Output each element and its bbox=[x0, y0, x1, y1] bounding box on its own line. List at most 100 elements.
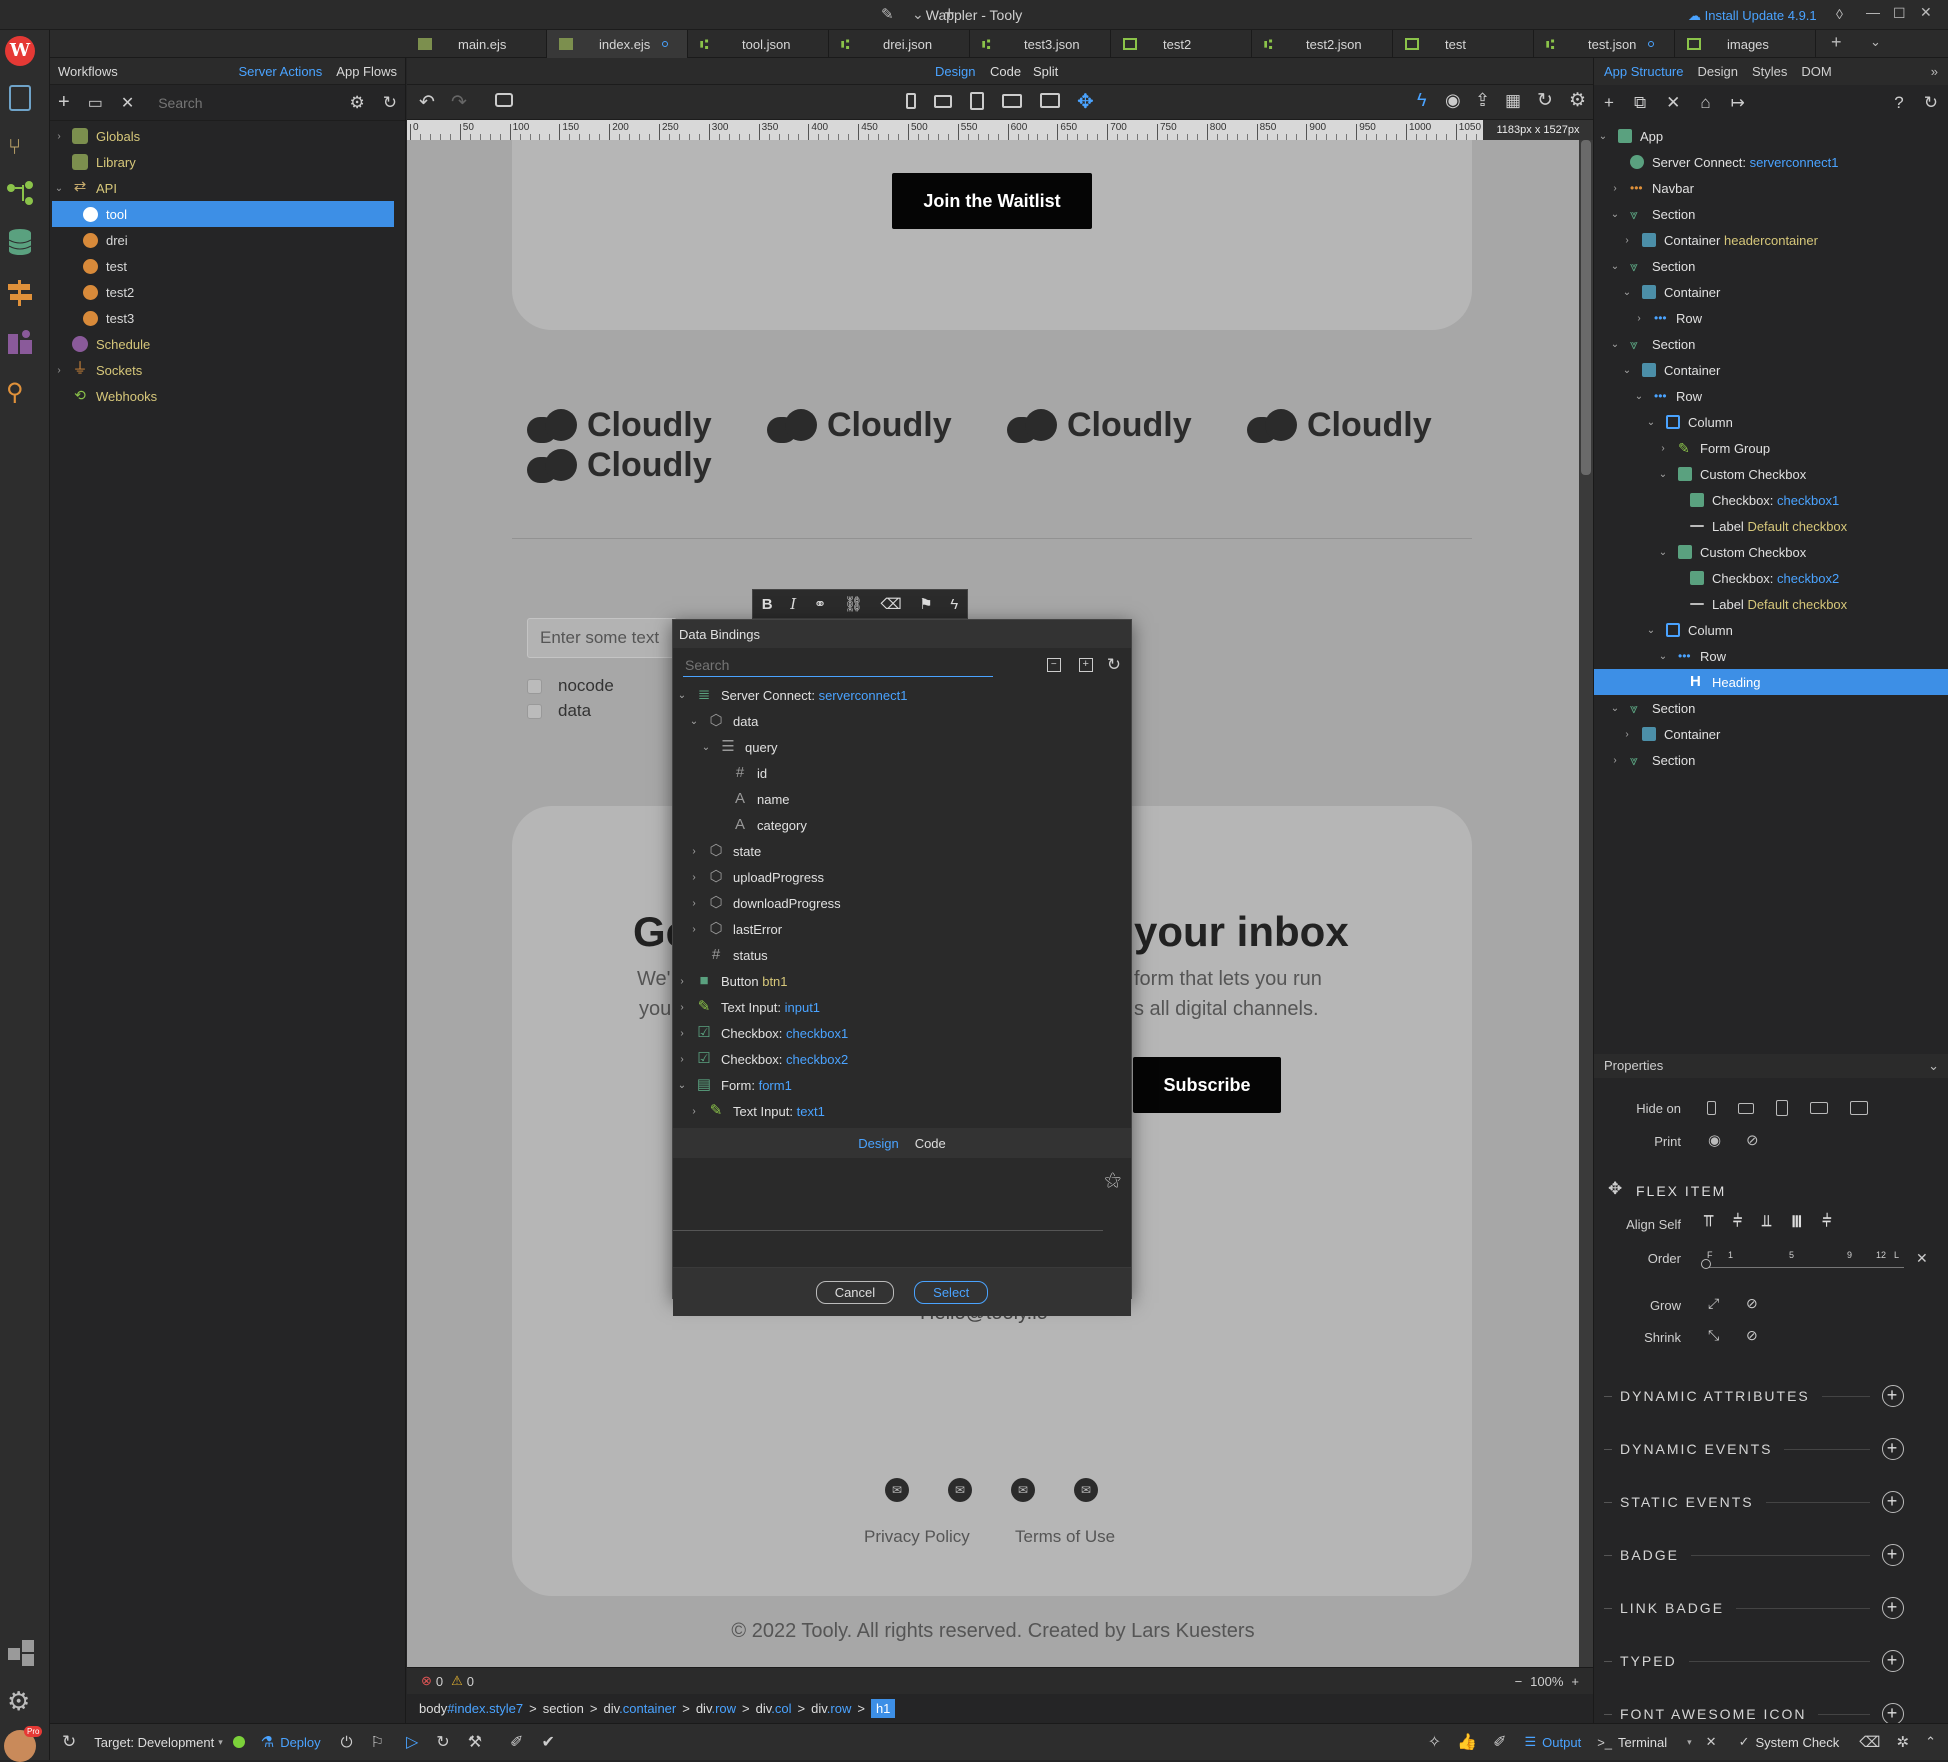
binding-item[interactable]: ⌄ ⬡ data bbox=[675, 708, 1131, 734]
desktop-icon[interactable] bbox=[1850, 1101, 1868, 1115]
tablet-view-icon[interactable] bbox=[970, 92, 984, 110]
structure-item[interactable]: Checkbox: checkbox1 bbox=[1594, 487, 1948, 513]
structure-item[interactable]: Checkbox: checkbox2 bbox=[1594, 565, 1948, 591]
properties-header[interactable]: Properties ⌄ bbox=[1594, 1054, 1948, 1078]
subscribe-button[interactable]: Subscribe bbox=[1133, 1057, 1281, 1113]
assets-icon[interactable] bbox=[6, 328, 34, 356]
binding-item[interactable]: › ⬡ uploadProgress bbox=[675, 864, 1131, 890]
new-tab-icon[interactable]: + bbox=[1831, 32, 1842, 53]
settings-gear-icon[interactable]: ⚙ bbox=[350, 93, 365, 113]
edit-icon[interactable]: ✎ bbox=[881, 5, 894, 23]
desktop-view-icon[interactable] bbox=[1040, 93, 1060, 108]
binding-item[interactable]: ⌄ ▤ Form: form1 bbox=[675, 1072, 1131, 1098]
tab-test2[interactable]: test2 bbox=[1111, 30, 1252, 58]
folder-icon[interactable]: ▭ bbox=[88, 93, 103, 113]
unlink-icon[interactable]: ⛓ bbox=[844, 595, 863, 613]
close-icon[interactable]: ✕ bbox=[1920, 4, 1932, 21]
link-icon[interactable]: ⚭ bbox=[814, 595, 827, 613]
flag-icon[interactable]: ⚑ bbox=[919, 595, 932, 613]
warning-icon[interactable]: ⚠ bbox=[451, 1673, 463, 1689]
tab-split[interactable]: Split bbox=[1033, 64, 1058, 79]
section-static-events[interactable]: STATIC EVENTS + bbox=[1604, 1491, 1904, 1513]
text-input[interactable]: Enter some text bbox=[527, 618, 677, 658]
checkbox-data[interactable]: data bbox=[527, 701, 591, 721]
section-font-awesome-icon[interactable]: FONT AWESOME ICON + bbox=[1604, 1703, 1904, 1725]
structure-item[interactable]: › ⩔ Section bbox=[1594, 747, 1948, 773]
undo-icon[interactable]: ↶ bbox=[419, 91, 435, 114]
section-link-badge[interactable]: LINK BADGE + bbox=[1604, 1597, 1904, 1619]
align-end-icon[interactable]: ⫫ bbox=[1762, 1213, 1771, 1231]
editor-tab-code[interactable]: Code bbox=[915, 1136, 946, 1151]
tab-test2-json[interactable]: ⑆ test2.json bbox=[1252, 30, 1393, 58]
binding-item[interactable]: › ⬡ lastError bbox=[675, 916, 1131, 942]
terminal-tab[interactable]: Terminal bbox=[1618, 1735, 1667, 1750]
close-icon[interactable]: ✕ bbox=[1706, 1734, 1717, 1750]
server-actions-link[interactable]: Server Actions bbox=[238, 64, 322, 79]
structure-item[interactable]: ⌄ ⩔ Section bbox=[1594, 695, 1948, 721]
align-stretch-icon[interactable]: Ⅲ bbox=[1791, 1212, 1802, 1232]
italic-icon[interactable]: I bbox=[790, 595, 796, 613]
refresh-icon[interactable]: ↻ bbox=[383, 93, 397, 113]
error-icon[interactable]: ⊗ bbox=[421, 1673, 432, 1689]
eye-icon[interactable]: ◉ bbox=[1708, 1131, 1721, 1149]
thumbs-up-icon[interactable]: 👍 bbox=[1457, 1732, 1477, 1752]
debug-bug-icon[interactable]: ✲ bbox=[1897, 1733, 1910, 1751]
canvas-scrollbar[interactable] bbox=[1579, 140, 1593, 1667]
tree-item-api[interactable]: ⌄ ⇄ API bbox=[50, 175, 405, 201]
structure-item[interactable]: ⌄ Column bbox=[1594, 617, 1948, 643]
power-icon[interactable]: ⏻ bbox=[341, 1734, 353, 1751]
structure-item[interactable]: ⌄ Container bbox=[1594, 357, 1948, 383]
social-mail-icon[interactable]: ✉ bbox=[1011, 1478, 1035, 1502]
add-circle-icon[interactable]: + bbox=[1882, 1544, 1904, 1566]
lightning-icon[interactable]: ϟ bbox=[1417, 90, 1427, 111]
clear-order-icon[interactable]: ✕ bbox=[1916, 1250, 1928, 1267]
laptop-icon[interactable] bbox=[1810, 1102, 1828, 1114]
structure-item[interactable]: › ✎ Form Group bbox=[1594, 435, 1948, 461]
scrollbar-thumb[interactable] bbox=[1581, 140, 1591, 475]
social-mail-icon[interactable]: ✉ bbox=[948, 1478, 972, 1502]
add-circle-icon[interactable]: + bbox=[1882, 1491, 1904, 1513]
system-check-tab[interactable]: System Check bbox=[1755, 1735, 1839, 1750]
checkbox-nocode[interactable]: nocode bbox=[527, 676, 614, 696]
tree-item-globals[interactable]: › Globals bbox=[50, 123, 405, 149]
tab-design[interactable]: Design bbox=[935, 64, 975, 79]
tab-design[interactable]: Design bbox=[1698, 64, 1738, 79]
settings-gear-icon[interactable]: ⚙ bbox=[7, 1686, 30, 1717]
align-baseline-icon[interactable]: ⫩ bbox=[1822, 1213, 1831, 1231]
zoom-in-icon[interactable]: + bbox=[1571, 1674, 1579, 1689]
deploy-button[interactable]: Deploy bbox=[280, 1735, 320, 1750]
tree-item-schedule[interactable]: Schedule bbox=[50, 331, 405, 357]
search-icon[interactable]: ⚲ bbox=[6, 378, 24, 407]
structure-item[interactable]: ⌄ ⩔ Section bbox=[1594, 331, 1948, 357]
workflows-icon[interactable] bbox=[5, 180, 35, 206]
binding-item[interactable]: › ✎ Text Input: text1 bbox=[675, 1098, 1131, 1124]
align-center-icon[interactable]: ⫩ bbox=[1733, 1213, 1742, 1231]
delete-icon[interactable]: ✕ bbox=[121, 93, 134, 113]
tab-styles[interactable]: Styles bbox=[1752, 64, 1787, 79]
checkbox-box[interactable] bbox=[527, 703, 542, 719]
routing-icon[interactable] bbox=[6, 280, 34, 306]
tree-item-library[interactable]: Library bbox=[50, 149, 405, 175]
settings-gear-icon[interactable]: ⚙ bbox=[1569, 89, 1586, 112]
mobile-icon[interactable] bbox=[1707, 1101, 1716, 1115]
binding-item[interactable]: ⌄ ≣ Server Connect: serverconnect1 bbox=[675, 682, 1131, 708]
breadcrumb-item[interactable]: div.container bbox=[603, 1701, 676, 1716]
eraser-icon[interactable]: ⌫ bbox=[1859, 1733, 1880, 1751]
social-mail-icon[interactable]: ✉ bbox=[1074, 1478, 1098, 1502]
laptop-view-icon[interactable] bbox=[1002, 94, 1022, 108]
target-dropdown-icon[interactable]: ▾ bbox=[218, 1737, 223, 1748]
add-circle-icon[interactable]: + bbox=[1882, 1650, 1904, 1672]
grow-icon[interactable]: ⤢ bbox=[1708, 1295, 1719, 1312]
terminal-dropdown-icon[interactable]: ▾ bbox=[1687, 1737, 1692, 1748]
structure-item[interactable]: Label Default checkbox bbox=[1594, 591, 1948, 617]
magic-wand-icon[interactable]: ⚝ bbox=[1104, 1170, 1121, 1190]
bookmark-icon[interactable]: ⚐ bbox=[371, 1733, 384, 1751]
join-waitlist-button[interactable]: Join the Waitlist bbox=[892, 173, 1092, 229]
breadcrumb-item[interactable]: div.row bbox=[811, 1701, 851, 1716]
add-icon[interactable]: + bbox=[1604, 93, 1614, 113]
tab-drei-json[interactable]: ⑆ drei.json bbox=[829, 30, 970, 58]
share-icon[interactable]: ⇪ bbox=[1475, 90, 1490, 111]
tab-dom[interactable]: DOM bbox=[1801, 64, 1831, 79]
git-icon[interactable]: ⑂ bbox=[8, 134, 21, 160]
breadcrumb-item-current[interactable]: h1 bbox=[870, 1699, 896, 1718]
